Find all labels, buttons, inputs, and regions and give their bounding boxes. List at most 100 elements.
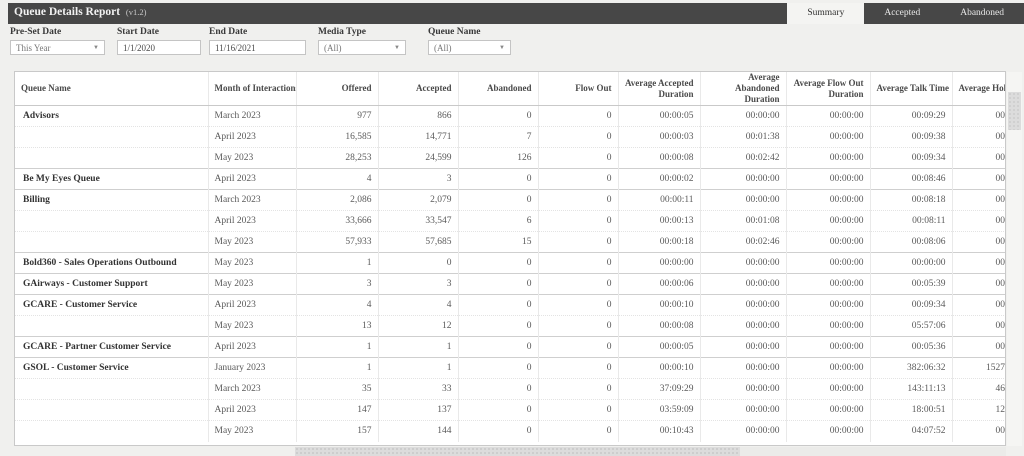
cell-avg-abandoned-duration: 00:00:00: [700, 252, 787, 274]
column-header-flow-out[interactable]: Flow Out: [538, 72, 619, 106]
column-header-avg-talk-time[interactable]: Average Talk Time: [870, 72, 953, 106]
column-header-abandoned[interactable]: Abandoned: [458, 72, 539, 106]
column-header-avg-flow-out-duration[interactable]: Average Flow Out Duration: [786, 72, 871, 106]
cell-queue-name: [15, 147, 209, 169]
cell-avg-abandoned-duration: 00:00:00: [700, 378, 787, 400]
cell-flow-out: 0: [538, 378, 619, 400]
queue-name-select[interactable]: (All) ▼: [428, 40, 511, 55]
tab-accepted[interactable]: Accepted: [864, 3, 940, 24]
cell-queue-name: GCARE - Partner Customer Service: [15, 336, 209, 358]
filter-end-date: End Date: [209, 27, 306, 55]
cell-avg-flow-out-duration: 00:00:00: [786, 168, 871, 190]
cell-queue-name: [15, 378, 209, 400]
report-version: (v1.2): [125, 7, 147, 17]
table-row: Advisors March 2023 977 866 0 0 00:00:05 00:00:…: [15, 105, 1006, 127]
tab-summary[interactable]: Summary: [787, 3, 865, 24]
cell-avg-hold: 00: [952, 168, 1005, 190]
cell-queue-name: Billing: [15, 189, 209, 211]
cell-avg-hold: 1527: [952, 357, 1005, 379]
cell-avg-hold: 00: [952, 126, 1005, 148]
cell-avg-flow-out-duration: 00:00:00: [786, 357, 871, 379]
cell-avg-hold: 00: [952, 189, 1005, 211]
cell-month-of-interactions: May 2023: [208, 315, 297, 337]
column-header-accepted[interactable]: Accepted: [378, 72, 459, 106]
horizontal-scrollbar-thumb[interactable]: [295, 447, 740, 456]
cell-queue-name: GSOL - Customer Service: [15, 357, 209, 379]
cell-avg-talk-time: 18:00:51: [870, 399, 953, 421]
cell-avg-hold: 46: [952, 378, 1005, 400]
cell-month-of-interactions: April 2023: [208, 294, 297, 316]
queue-details-table: Queue Name Month of Interactions Offered…: [14, 71, 1006, 446]
table-row: GCARE - Customer Service April 2023 4 4 0 0 00…: [15, 294, 1005, 316]
cell-abandoned: 0: [458, 189, 539, 211]
end-date-label: End Date: [209, 27, 248, 37]
cell-offered: 3: [296, 273, 379, 295]
cell-month-of-interactions: March 2023: [208, 378, 297, 400]
cell-avg-accepted-duration: 00:00:11: [618, 189, 701, 211]
cell-flow-out: 0: [538, 126, 619, 148]
cell-queue-name: GCARE - Customer Service: [15, 294, 209, 316]
cell-avg-abandoned-duration: 00:00:00: [700, 273, 787, 295]
cell-avg-accepted-duration: 37:09:29: [618, 378, 701, 400]
cell-avg-flow-out-duration: 00:00:00: [786, 294, 871, 316]
cell-month-of-interactions: May 2023: [208, 147, 297, 169]
cell-offered: 157: [296, 420, 379, 442]
cell-abandoned: 0: [458, 357, 539, 379]
cell-avg-flow-out-duration: 00:00:00: [786, 189, 871, 211]
tab-abandoned[interactable]: Abandoned: [940, 3, 1024, 24]
cell-abandoned: 0: [458, 399, 539, 421]
column-header-avg-hold[interactable]: Average Hold: [952, 72, 1005, 106]
start-date-input[interactable]: [117, 40, 201, 55]
cell-abandoned: 6: [458, 210, 539, 232]
table-row: GAirways - Customer Support May 2023 3 3 0 0 0…: [15, 273, 1005, 295]
cell-avg-abandoned-duration: 00:00:00: [700, 315, 787, 337]
cell-month-of-interactions: March 2023: [208, 105, 297, 127]
cell-accepted: 3: [378, 273, 459, 295]
cell-accepted: 137: [378, 399, 459, 421]
cell-avg-flow-out-duration: 00:00:00: [786, 399, 871, 421]
media-type-select[interactable]: (All) ▼: [318, 40, 406, 55]
cell-avg-abandoned-duration: 00:00:00: [700, 357, 787, 379]
cell-abandoned: 0: [458, 420, 539, 442]
chevron-down-icon: ▼: [499, 44, 505, 51]
column-header-queue-name[interactable]: Queue Name: [15, 72, 209, 106]
column-header-avg-accepted-duration[interactable]: Average Accepted Duration: [618, 72, 701, 106]
filter-media-type: Media Type (All) ▼: [318, 27, 406, 55]
cell-avg-accepted-duration: 00:00:02: [618, 168, 701, 190]
cell-avg-talk-time: 00:05:36: [870, 336, 953, 358]
cell-avg-flow-out-duration: 00:00:00: [786, 252, 871, 274]
cell-avg-flow-out-duration: 00:00:00: [786, 126, 871, 148]
cell-abandoned: 0: [458, 168, 539, 190]
cell-queue-name: [15, 420, 209, 442]
cell-month-of-interactions: May 2023: [208, 420, 297, 442]
report-tabs: Summary Accepted Abandoned: [787, 3, 1024, 24]
queue-name-value: (All): [434, 42, 452, 53]
cell-offered: 977: [296, 105, 379, 127]
media-type-value: (All): [324, 42, 342, 53]
cell-flow-out: 0: [538, 231, 619, 253]
vertical-scrollbar-thumb[interactable]: [1008, 92, 1021, 130]
cell-month-of-interactions: April 2023: [208, 168, 297, 190]
cell-avg-abandoned-duration: 00:02:42: [700, 147, 787, 169]
cell-avg-hold: 00: [952, 147, 1005, 169]
filter-start-date: Start Date: [117, 27, 201, 55]
cell-flow-out: 0: [538, 294, 619, 316]
cell-avg-abandoned-duration: 00:00:00: [700, 105, 787, 127]
cell-offered: 57,933: [296, 231, 379, 253]
column-header-offered[interactable]: Offered: [296, 72, 379, 106]
cell-accepted: 57,685: [378, 231, 459, 253]
table-row: March 2023 35 33 0 0 37:09:29 00:00:00 00:00:00…: [15, 378, 1005, 400]
cell-flow-out: 0: [538, 336, 619, 358]
cell-queue-name: Be My Eyes Queue: [15, 168, 209, 190]
cell-avg-talk-time: 00:08:06: [870, 231, 953, 253]
cell-flow-out: 0: [538, 105, 619, 127]
cell-accepted: 144: [378, 420, 459, 442]
end-date-input[interactable]: [209, 40, 306, 55]
cell-avg-accepted-duration: 00:00:08: [618, 147, 701, 169]
cell-abandoned: 0: [458, 252, 539, 274]
column-header-month-of-interactions[interactable]: Month of Interactions: [208, 72, 297, 106]
preset-date-select[interactable]: This Year ▼: [10, 40, 105, 55]
cell-month-of-interactions: May 2023: [208, 252, 297, 274]
column-header-avg-abandoned-duration[interactable]: Average Abandoned Duration: [700, 72, 787, 106]
cell-avg-hold: 00: [995, 111, 1006, 121]
